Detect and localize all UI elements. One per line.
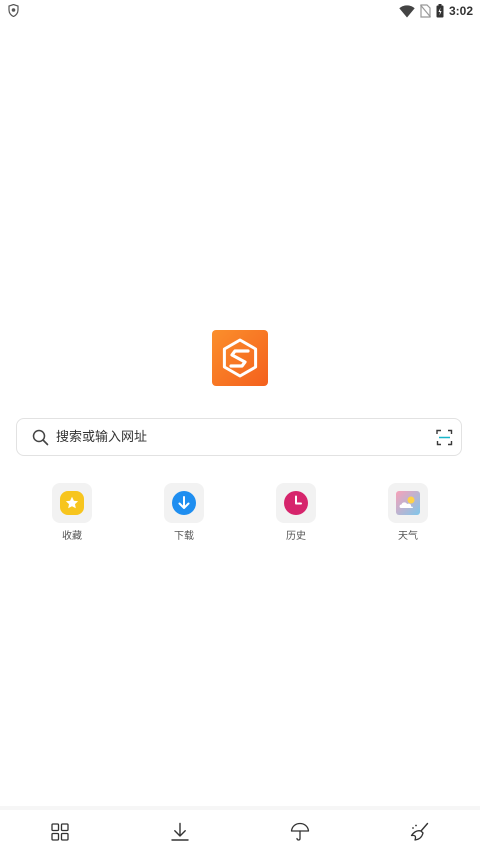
bottom-divider bbox=[0, 806, 480, 810]
shortcut-label: 下载 bbox=[174, 531, 194, 542]
battery-icon bbox=[436, 4, 444, 18]
weather-icon bbox=[396, 491, 420, 515]
broom-icon[interactable] bbox=[410, 822, 430, 842]
clock-icon bbox=[284, 491, 308, 515]
shortcut-weather[interactable]: 天气 bbox=[368, 483, 448, 542]
status-bar: 3:02 bbox=[0, 0, 480, 22]
shortcut-tile[interactable] bbox=[52, 483, 92, 523]
shortcut-tile[interactable] bbox=[276, 483, 316, 523]
no-sim-icon bbox=[420, 4, 431, 18]
search-icon bbox=[32, 429, 49, 446]
shortcut-downloads[interactable]: 下载 bbox=[144, 483, 224, 542]
shortcut-label: 历史 bbox=[286, 531, 306, 542]
download-icon[interactable] bbox=[170, 822, 190, 842]
shortcut-favorites[interactable]: 收藏 bbox=[32, 483, 112, 542]
browser-logo bbox=[212, 330, 268, 386]
shortcut-tile[interactable] bbox=[388, 483, 428, 523]
status-time: 3:02 bbox=[448, 4, 473, 18]
bottom-nav bbox=[0, 806, 480, 855]
browser-logo-icon bbox=[222, 338, 258, 378]
search-bar[interactable] bbox=[16, 418, 462, 456]
shield-icon bbox=[8, 4, 19, 17]
umbrella-icon[interactable] bbox=[290, 822, 310, 842]
search-input[interactable] bbox=[56, 419, 426, 455]
download-icon bbox=[172, 491, 196, 515]
grid-icon[interactable] bbox=[50, 822, 70, 842]
shortcut-history[interactable]: 历史 bbox=[256, 483, 336, 542]
star-icon bbox=[60, 491, 84, 515]
shortcut-label: 天气 bbox=[398, 531, 418, 542]
shortcut-label: 收藏 bbox=[62, 531, 82, 542]
scan-icon[interactable] bbox=[436, 429, 453, 446]
shortcut-tile[interactable] bbox=[164, 483, 204, 523]
wifi-icon bbox=[399, 4, 415, 17]
